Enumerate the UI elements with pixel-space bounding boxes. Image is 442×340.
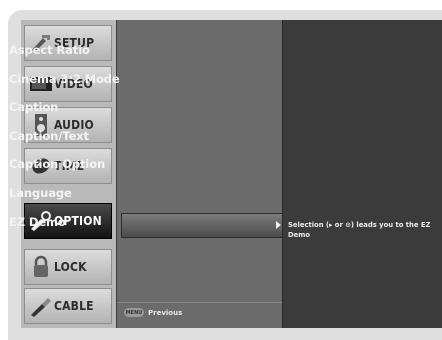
previous-label: Previous [148,308,183,317]
tab-column: SETUP VIDEO AUDIO TIME OPTION LOCK CABLE [21,20,116,328]
divider [117,302,282,303]
menu-item-caption-option[interactable]: Caption Option [9,157,105,171]
option-menu [117,20,282,328]
lock-icon [28,254,54,280]
menu-item-caption-text[interactable]: Caption/Text [9,129,89,143]
menu-item-ez-demo[interactable]: EZ Demo [9,215,66,229]
tab-label: LOCK [54,260,87,274]
chevron-right-icon [276,221,281,229]
previous-hint[interactable]: MENU Previous [124,308,182,317]
cable-icon [28,293,54,319]
menu-item-language[interactable]: Language [9,186,72,200]
menu-key-icon: MENU [124,308,144,317]
tab-lock[interactable]: LOCK [24,249,112,285]
menu-item-caption[interactable]: Caption [9,100,58,114]
tab-cable[interactable]: CABLE [24,288,112,324]
menu-item-cinema-mode[interactable]: Cinema 3:2 Mode [9,72,120,86]
help-text: Selection (▸ or ⊙) leads you to the EZ D… [288,221,431,239]
menu-item-aspect-ratio[interactable]: Aspect Ratio [9,43,90,57]
divider [282,20,283,328]
selection-highlight [121,213,283,238]
tab-label: CABLE [54,299,94,313]
